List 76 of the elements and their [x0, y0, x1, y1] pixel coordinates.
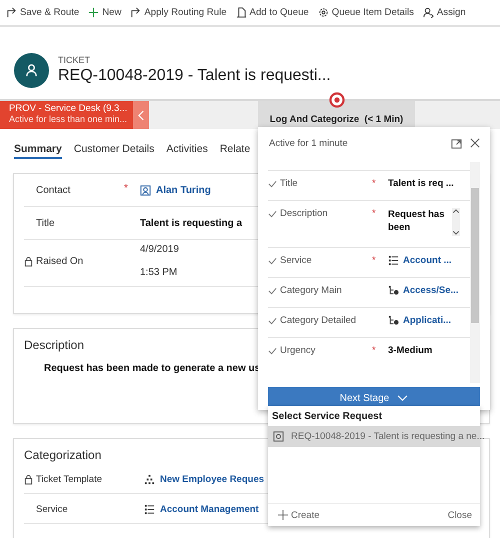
route-arrow-icon: [130, 7, 142, 18]
scrollbar[interactable]: [470, 162, 480, 383]
field-label: Ticket Template: [36, 474, 102, 485]
field-label: Service: [280, 255, 312, 266]
tab[interactable]: Relate: [220, 141, 250, 159]
plus-icon: [278, 510, 288, 520]
list-icon: [388, 255, 399, 266]
create-button[interactable]: Create: [278, 510, 320, 520]
process-stage[interactable]: Log And Categorize (< 1 Min): [258, 101, 415, 129]
field-label: Description: [280, 208, 328, 219]
toolbar-button[interactable]: Queue Item Details: [318, 7, 414, 18]
gear-icon: [318, 7, 329, 18]
field-label: Raised On: [36, 256, 84, 266]
list-icon: [144, 504, 155, 515]
field-label: Category Main: [280, 285, 342, 296]
chevron-left-icon: [138, 110, 144, 120]
toolbar-button[interactable]: Save & Route: [6, 7, 80, 18]
field-label: Title: [280, 178, 298, 189]
required-asterisk: *: [372, 178, 376, 189]
field-value: Talent is requesting a: [140, 218, 242, 228]
contact-link[interactable]: Alan Turing: [156, 184, 211, 196]
category-icon: [388, 285, 399, 296]
document-icon: [236, 7, 247, 18]
field-value: 3-Medium: [388, 345, 432, 356]
chevron-down-icon: [397, 395, 408, 402]
text-area[interactable]: Request has been: [388, 208, 460, 236]
person-icon: [25, 64, 38, 76]
tab[interactable]: Summary: [14, 141, 62, 159]
scroll-arrows-icon: [452, 208, 460, 236]
field-label: Urgency: [280, 345, 316, 356]
field-label: Service: [36, 504, 68, 515]
field-label: Category Detailed: [280, 315, 356, 326]
field-label: Contact: [36, 184, 70, 196]
toolbar-button[interactable]: Add to Queue: [236, 7, 309, 18]
target-icon: [329, 92, 345, 108]
checkmark-icon: [268, 257, 277, 265]
required-asterisk: *: [124, 183, 128, 194]
checkmark-icon: [268, 210, 277, 218]
close-button[interactable]: Close: [448, 510, 472, 520]
lookup-link[interactable]: Account Management: [160, 504, 259, 515]
checkmark-icon: [268, 347, 277, 355]
entity-type: TICKET: [58, 55, 92, 65]
checkmark-icon: [268, 180, 277, 188]
close-icon[interactable]: [470, 138, 480, 148]
active-process-stage[interactable]: PROV - Service Desk (9.3... Active for less than one min...: [0, 101, 133, 129]
lookup-link[interactable]: New Employee Reques: [160, 474, 264, 485]
required-asterisk: *: [372, 255, 376, 266]
required-asterisk: *: [372, 345, 376, 356]
field-label: Title: [36, 218, 55, 228]
field-value: 1:53 PM: [140, 267, 178, 278]
field-value: Talent is req ...: [388, 178, 454, 189]
person-icon: [422, 7, 434, 18]
record-title: REQ-10048-2019 - Talent is requesti...: [58, 67, 331, 85]
stage-status: Active for 1 minute: [269, 138, 349, 148]
lookup-link[interactable]: Applicati...: [403, 315, 452, 326]
contact-card-icon: [140, 184, 151, 196]
hierarchy-icon: [144, 474, 155, 485]
toolbar-button[interactable]: Apply Routing Rule: [130, 7, 227, 18]
toolbar-button[interactable]: Assign: [422, 7, 466, 18]
section-heading: Description: [24, 338, 84, 352]
lookup-link[interactable]: Account ...: [403, 255, 452, 266]
lookup-link[interactable]: Access/Se...: [403, 285, 458, 296]
field-value: 4/9/2019: [140, 244, 179, 255]
record-icon: [273, 431, 284, 442]
dropdown-title: Select Service Request: [271, 410, 384, 424]
plus-icon: [88, 7, 100, 18]
section-heading: Categorization: [24, 448, 102, 462]
checkmark-icon: [268, 287, 277, 295]
route-arrow-icon: [6, 7, 17, 18]
checkmark-icon: [268, 317, 277, 325]
toolbar-button[interactable]: New: [88, 7, 122, 18]
category-icon: [388, 315, 399, 326]
expand-icon[interactable]: [451, 138, 462, 148]
tab[interactable]: Customer Details: [74, 141, 154, 159]
tab[interactable]: Activities: [166, 141, 208, 159]
required-asterisk: *: [372, 208, 376, 219]
